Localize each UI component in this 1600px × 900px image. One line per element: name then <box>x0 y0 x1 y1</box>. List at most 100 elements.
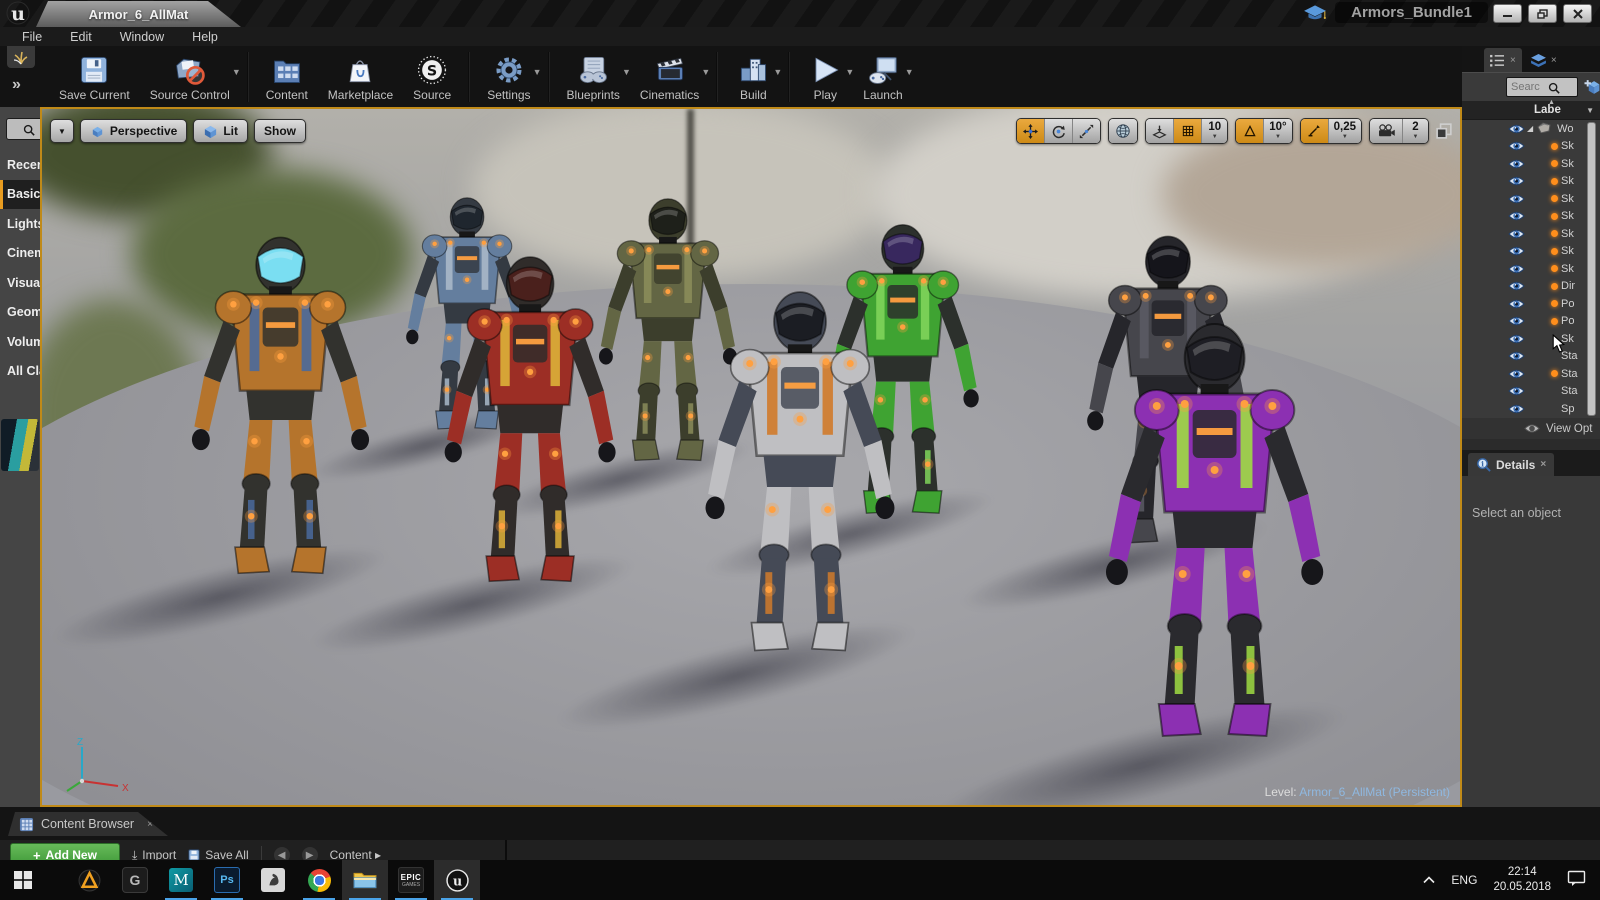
column-filter-caret-icon[interactable]: ▼ <box>1586 106 1594 115</box>
place-mode-tab[interactable] <box>7 46 35 68</box>
modes-item-lights[interactable]: Lights <box>0 209 40 239</box>
minimize-button[interactable] <box>1493 4 1522 23</box>
lit-mode-button[interactable]: Lit <box>193 119 248 143</box>
expand-panel-chevrons-icon[interactable]: » <box>12 76 21 94</box>
save-current-button[interactable]: Save Current <box>49 50 140 104</box>
build-button[interactable]: ▼ Build <box>725 50 782 104</box>
add-new-button[interactable]: + Add New <box>10 843 120 860</box>
modes-item-cinem[interactable]: Cinem <box>0 239 40 269</box>
outliner-row[interactable]: Sta <box>1462 348 1600 366</box>
outliner-search-input[interactable] <box>1506 77 1578 97</box>
source-control-button[interactable]: ▼ Source Control <box>140 50 241 104</box>
modes-item-visua[interactable]: Visua <box>0 268 40 298</box>
outliner-row[interactable]: Sp <box>1462 400 1600 418</box>
back-button[interactable]: ◀ <box>273 847 290 860</box>
outliner-row[interactable]: Sk <box>1462 155 1600 173</box>
eye-icon[interactable] <box>1508 263 1525 275</box>
view-options-button[interactable]: View Opt <box>1462 418 1600 439</box>
outliner-row[interactable]: ◢ Wo <box>1462 120 1600 138</box>
eye-icon[interactable] <box>1508 350 1525 362</box>
action-center-icon[interactable] <box>1567 870 1586 890</box>
scale-snap-toggle[interactable] <box>1300 119 1329 143</box>
show-button[interactable]: Show <box>253 119 306 143</box>
eye-icon[interactable] <box>1508 385 1525 397</box>
eye-icon[interactable] <box>1508 298 1525 310</box>
breadcrumb[interactable]: Content ▸ <box>330 848 381 860</box>
taskbar-photoshop-app[interactable]: Ps <box>204 860 250 900</box>
maximize-viewport-button[interactable] <box>1436 123 1452 139</box>
tutorial-cap-icon[interactable] <box>1303 4 1327 22</box>
eye-icon[interactable] <box>1508 280 1525 292</box>
outliner-label-column-header[interactable]: ▲ Labe ▼ <box>1462 99 1600 120</box>
outliner-row[interactable]: Po <box>1462 295 1600 313</box>
close-icon[interactable]: × <box>1510 55 1516 66</box>
rotate-tool-button[interactable] <box>1045 119 1074 143</box>
language-indicator[interactable]: ENG <box>1451 873 1477 887</box>
taskbar-gapp-app[interactable]: G <box>112 860 158 900</box>
outliner-row[interactable]: Sk <box>1462 138 1600 156</box>
dropdown-caret-icon[interactable]: ▼ <box>232 67 241 77</box>
details-tab[interactable]: i Details × <box>1468 453 1555 476</box>
world-space-globe-button[interactable] <box>1109 119 1138 143</box>
eye-icon[interactable] <box>1508 245 1525 257</box>
outliner-scrollbar[interactable] <box>1587 122 1596 416</box>
dropdown-caret-icon[interactable]: ▼ <box>905 67 914 77</box>
outliner-row[interactable]: Sk <box>1462 225 1600 243</box>
outliner-row[interactable]: Sk <box>1462 190 1600 208</box>
grid-snap-value[interactable]: 10 ▼ <box>1202 119 1228 143</box>
grid-snap-toggle[interactable] <box>1174 119 1203 143</box>
outliner-row[interactable]: Sk <box>1462 243 1600 261</box>
cinematics-button[interactable]: ▼ Cinematics <box>630 50 710 104</box>
eye-icon[interactable] <box>1508 368 1525 380</box>
close-icon[interactable]: × <box>147 819 153 830</box>
marketplace-button[interactable]: Marketplace <box>318 50 403 104</box>
outliner-row[interactable]: Sk <box>1462 330 1600 348</box>
taskbar-unreal-app[interactable]: u <box>434 860 480 900</box>
dropdown-caret-icon[interactable]: ▼ <box>773 67 782 77</box>
content-button[interactable]: Content <box>256 50 318 104</box>
eye-icon[interactable] <box>1508 210 1525 222</box>
outliner-row[interactable]: Sk <box>1462 173 1600 191</box>
angle-snap-toggle[interactable] <box>1236 119 1265 143</box>
world-outliner-tab[interactable]: × <box>1484 48 1522 72</box>
taskbar-zbrush-app[interactable] <box>250 860 296 900</box>
source-button[interactable]: S Source <box>403 50 461 104</box>
eye-icon[interactable] <box>1508 228 1525 240</box>
menu-help[interactable]: Help <box>178 28 232 46</box>
modes-item-allcla[interactable]: All Cla <box>0 357 40 387</box>
dropdown-caret-icon[interactable]: ▼ <box>701 67 710 77</box>
scale-snap-value[interactable]: 0,25 ▼ <box>1328 119 1361 143</box>
taskbar-aimp-app[interactable] <box>66 860 112 900</box>
forward-button[interactable]: ▶ <box>301 847 318 860</box>
taskbar-clock[interactable]: 22:14 20.05.2018 <box>1493 865 1551 895</box>
modes-item-geom[interactable]: Geom <box>0 298 40 328</box>
eye-icon[interactable] <box>1508 193 1525 205</box>
restore-button[interactable] <box>1528 4 1557 23</box>
outliner-row[interactable]: Dir <box>1462 278 1600 296</box>
asset-thumbnail-tile[interactable] <box>1 419 39 471</box>
title-bar[interactable]: u Armor_6_AllMat Armors_Bundle1 <box>0 0 1600 27</box>
surface-snap-button[interactable] <box>1146 119 1175 143</box>
perspective-button[interactable]: Perspective <box>79 119 188 143</box>
import-button[interactable]: ⤓ Import <box>132 848 176 861</box>
outliner-row[interactable]: Sk <box>1462 260 1600 278</box>
outliner-row[interactable]: Sta <box>1462 383 1600 401</box>
outliner-row[interactable]: Po <box>1462 313 1600 331</box>
launch-button[interactable]: ▼ Launch <box>853 50 914 104</box>
modes-item-volum[interactable]: Volum <box>0 327 40 357</box>
close-button[interactable] <box>1563 4 1592 23</box>
modes-search-input[interactable] <box>6 118 40 140</box>
orange-armor[interactable] <box>183 226 378 601</box>
taskbar-explorer-app[interactable] <box>342 860 388 900</box>
move-tool-button[interactable] <box>1017 119 1046 143</box>
taskbar-maya-app[interactable]: M <box>158 860 204 900</box>
menu-file[interactable]: File <box>8 28 56 46</box>
modes-item-basic[interactable]: Basic <box>0 179 40 209</box>
eye-icon[interactable] <box>1508 403 1525 415</box>
play-button[interactable]: ▼ Play <box>797 50 854 104</box>
purple-armor[interactable] <box>1095 310 1334 770</box>
white-armor[interactable] <box>696 280 904 680</box>
level-name[interactable]: Armor_6_AllMat (Persistent) <box>1299 785 1450 799</box>
outliner-row[interactable]: Sta <box>1462 365 1600 383</box>
save-all-button[interactable]: Save All <box>188 848 249 860</box>
